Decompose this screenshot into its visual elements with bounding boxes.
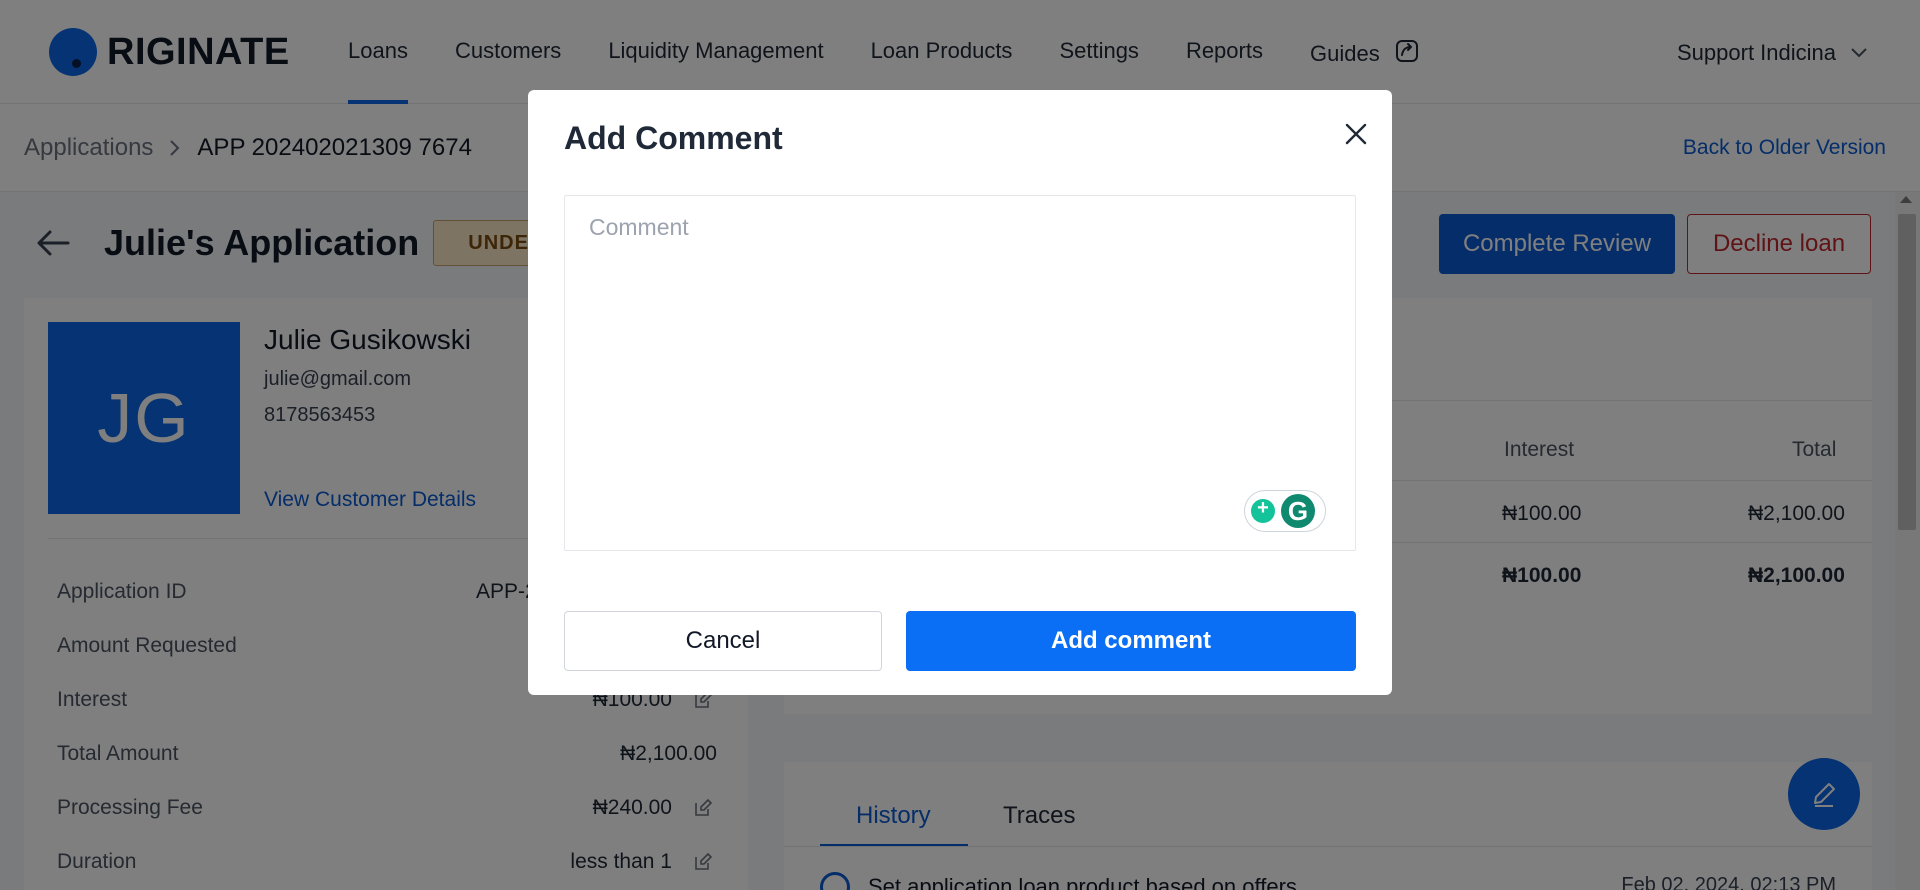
grammarly-logo-icon: G <box>1281 494 1315 528</box>
grammarly-suggestion-icon <box>1251 497 1275 523</box>
add-comment-modal: Add Comment G Cancel Add comment <box>528 90 1392 695</box>
add-comment-button[interactable]: Add comment <box>906 611 1356 671</box>
modal-title: Add Comment <box>564 120 783 156</box>
cancel-button[interactable]: Cancel <box>564 611 882 671</box>
close-button[interactable] <box>1336 114 1376 154</box>
comment-textarea[interactable] <box>564 195 1356 551</box>
close-icon <box>1345 123 1367 145</box>
grammarly-widget[interactable]: G <box>1244 490 1326 532</box>
